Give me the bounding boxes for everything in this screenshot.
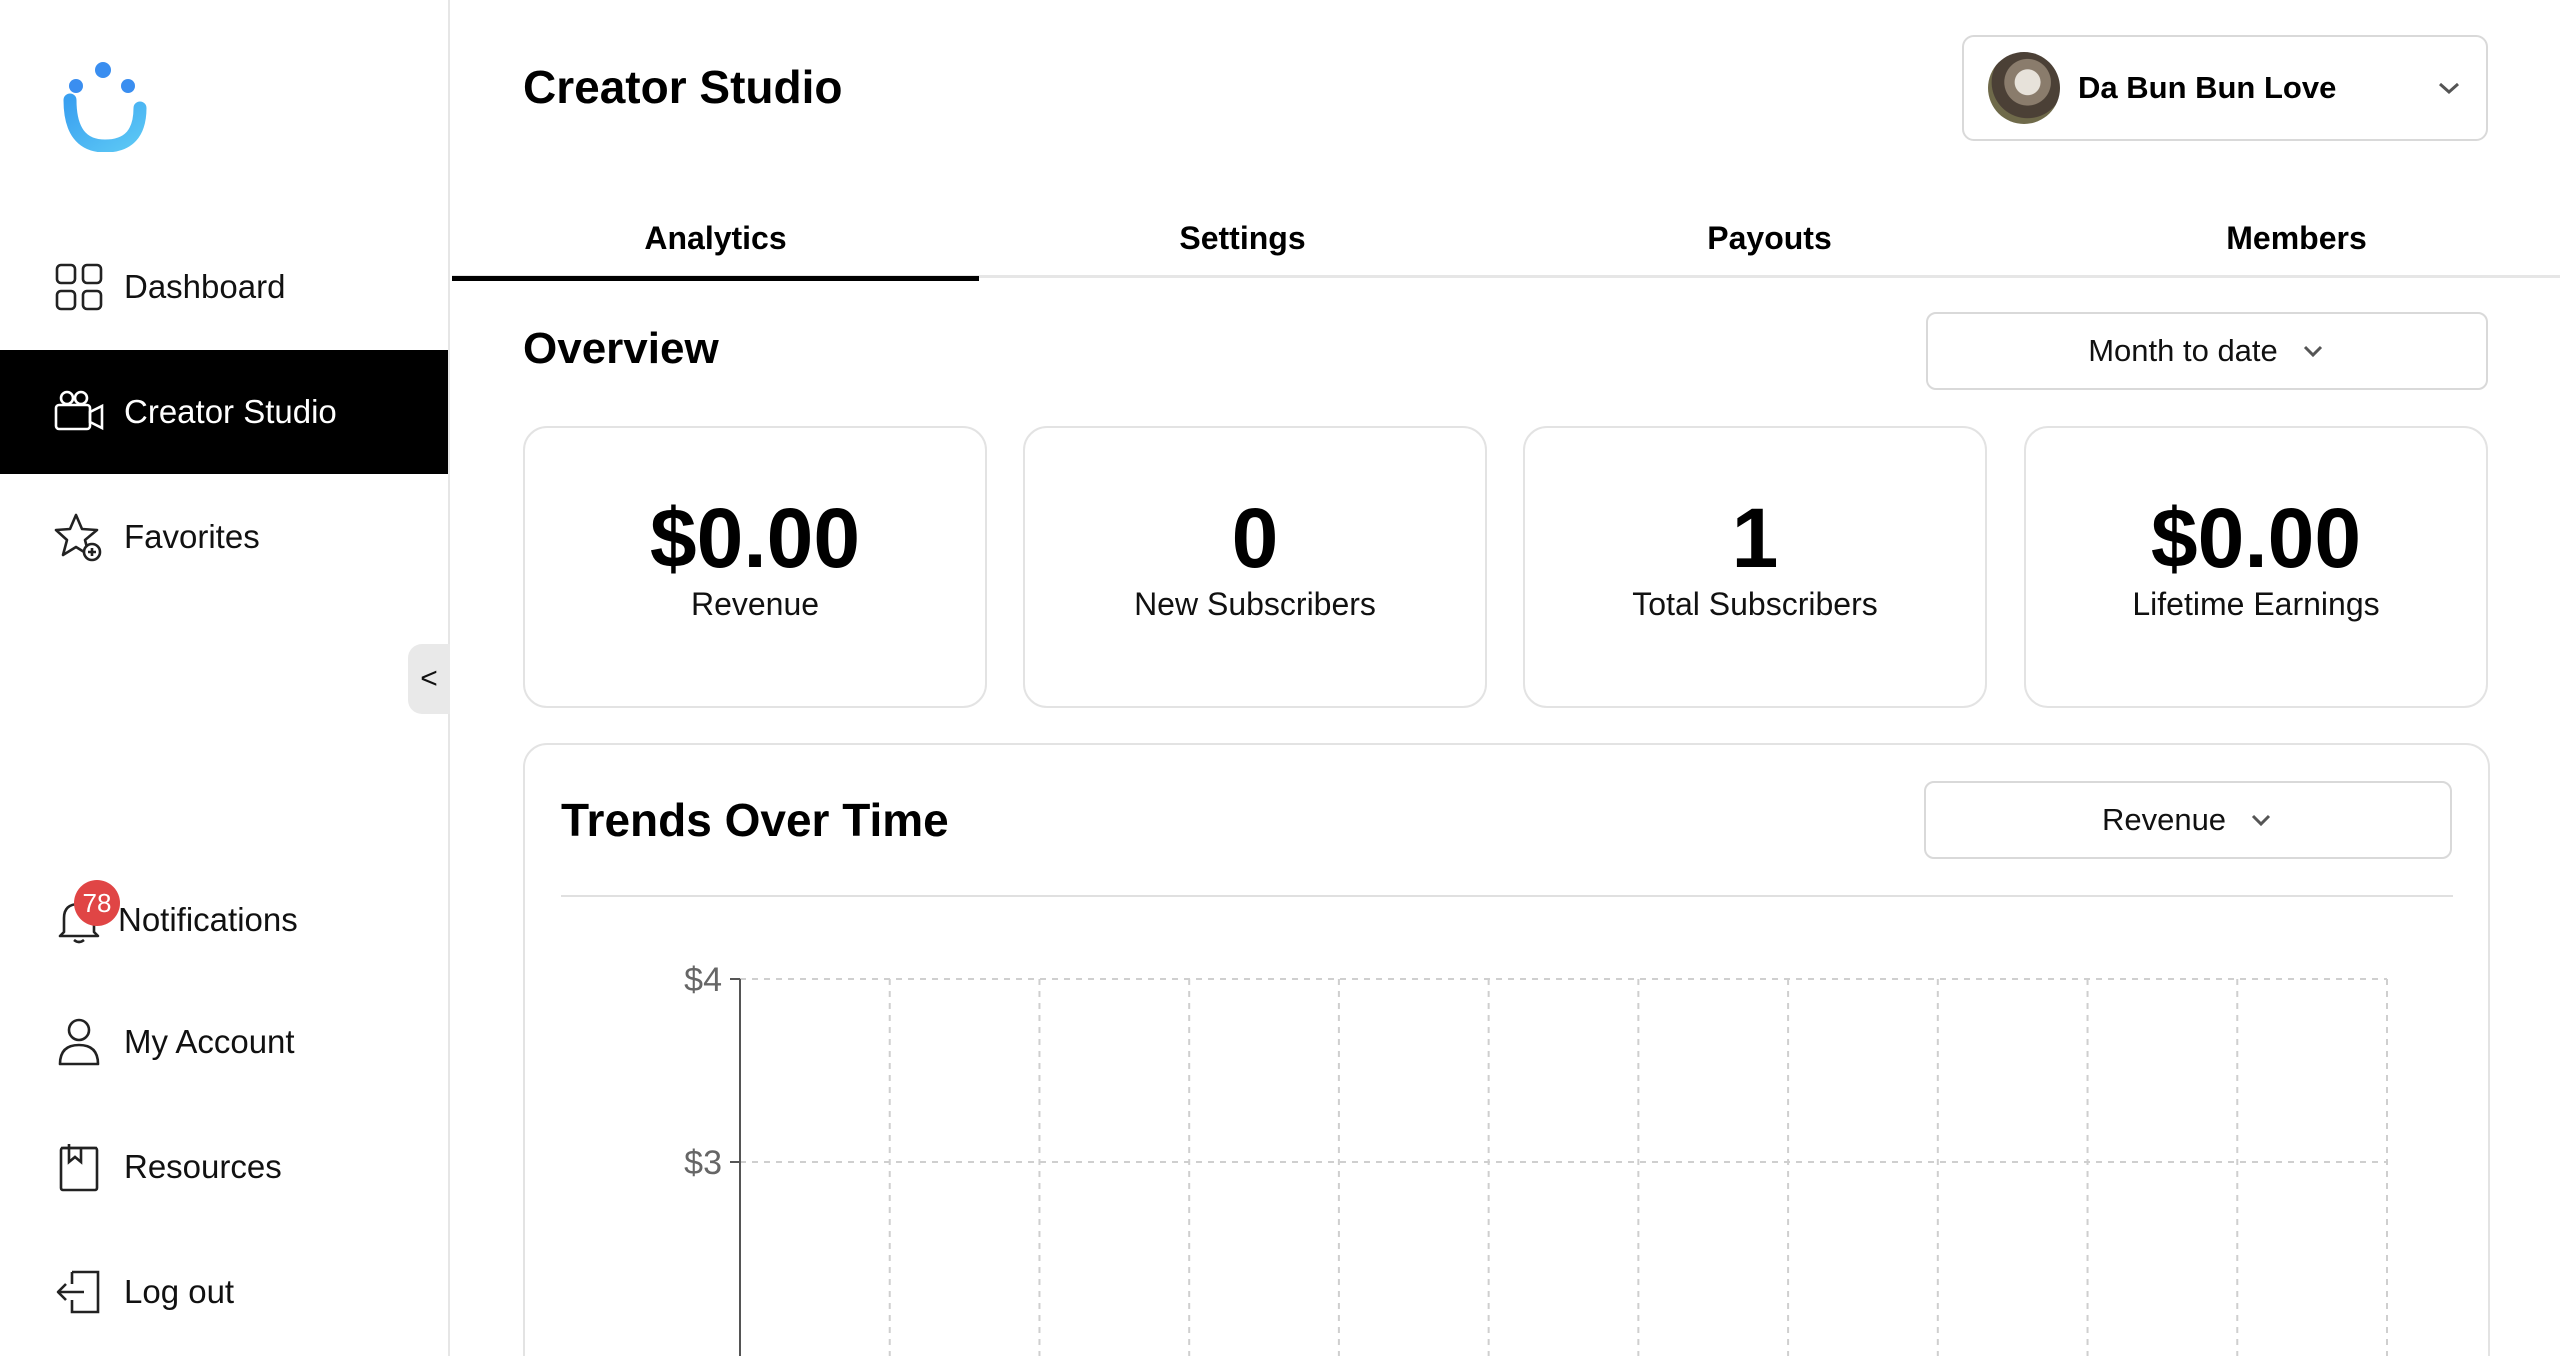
grid-icon [54, 262, 104, 312]
app-logo-icon[interactable] [62, 60, 148, 152]
sidebar-item-notifications[interactable]: Notifications [0, 858, 448, 982]
date-range-value: Month to date [2088, 333, 2278, 368]
chart-y-tick-label: $4 [684, 961, 722, 999]
stat-value: 1 [1731, 491, 1779, 585]
sidebar-item-label: Dashboard [124, 268, 286, 305]
star-add-icon [54, 512, 104, 562]
account-selector[interactable]: Da Bun Bun Love [1962, 35, 2488, 141]
tab-analytics[interactable]: Analytics [452, 210, 979, 281]
chevron-down-icon [2300, 338, 2326, 364]
account-name: Da Bun Bun Love [2078, 70, 2337, 105]
stat-card-total-subscribers: 1 Total Subscribers [1523, 426, 1987, 708]
stat-value: 0 [1231, 491, 1279, 585]
sidebar-item-log-out[interactable]: Log out [0, 1230, 448, 1354]
tab-members[interactable]: Members [2033, 210, 2560, 278]
trends-card: Trends Over Time Revenue $4 $3 [523, 743, 2490, 1356]
sidebar-item-my-account[interactable]: My Account [0, 980, 448, 1104]
bookmark-book-icon [54, 1142, 104, 1192]
tab-settings[interactable]: Settings [979, 210, 1506, 278]
collapse-sidebar-button[interactable]: < [408, 644, 450, 714]
user-icon [54, 1017, 104, 1067]
tab-payouts[interactable]: Payouts [1506, 210, 2033, 278]
stat-card-revenue: $0.00 Revenue [523, 426, 987, 708]
stat-label: Total Subscribers [1632, 586, 1878, 622]
logout-icon [54, 1267, 104, 1317]
stat-value: $0.00 [649, 491, 861, 585]
sidebar-item-label: Log out [124, 1273, 235, 1310]
stat-card-lifetime-earnings: $0.00 Lifetime Earnings [2024, 426, 2488, 708]
stat-label: Lifetime Earnings [2132, 586, 2380, 622]
trends-chart: $4 $3 [684, 961, 2388, 1356]
sidebar-item-resources[interactable]: Resources [0, 1105, 448, 1229]
video-camera-icon [54, 387, 104, 437]
avatar [1988, 52, 2060, 124]
page-title: Creator Studio [523, 61, 843, 113]
chevron-down-icon [2436, 75, 2462, 101]
stat-label: Revenue [690, 586, 820, 622]
sidebar-item-label: Resources [124, 1148, 282, 1185]
sidebar-item-favorites[interactable]: Favorites [0, 475, 448, 599]
notification-count-badge: 78 [74, 880, 120, 926]
stat-card-new-subscribers: 0 New Subscribers [1023, 426, 1487, 708]
sidebar-item-label: My Account [124, 1023, 295, 1060]
chart-y-tick-label: $3 [684, 1144, 722, 1182]
stat-value: $0.00 [2150, 491, 2362, 585]
sidebar-item-creator-studio[interactable]: Creator Studio [0, 350, 448, 474]
stat-label: New Subscribers [1134, 586, 1376, 622]
sidebar-item-label: Creator Studio [124, 393, 337, 430]
overview-title: Overview [523, 324, 719, 373]
sidebar: Dashboard Creator Studio Favorites < Not… [0, 0, 450, 1356]
sidebar-item-label: Notifications [118, 901, 298, 938]
date-range-select[interactable]: Month to date [1926, 312, 2488, 390]
sidebar-item-dashboard[interactable]: Dashboard [0, 225, 448, 349]
tab-bar: Analytics Settings Payouts Members [452, 210, 2560, 281]
sidebar-item-label: Favorites [124, 518, 260, 555]
